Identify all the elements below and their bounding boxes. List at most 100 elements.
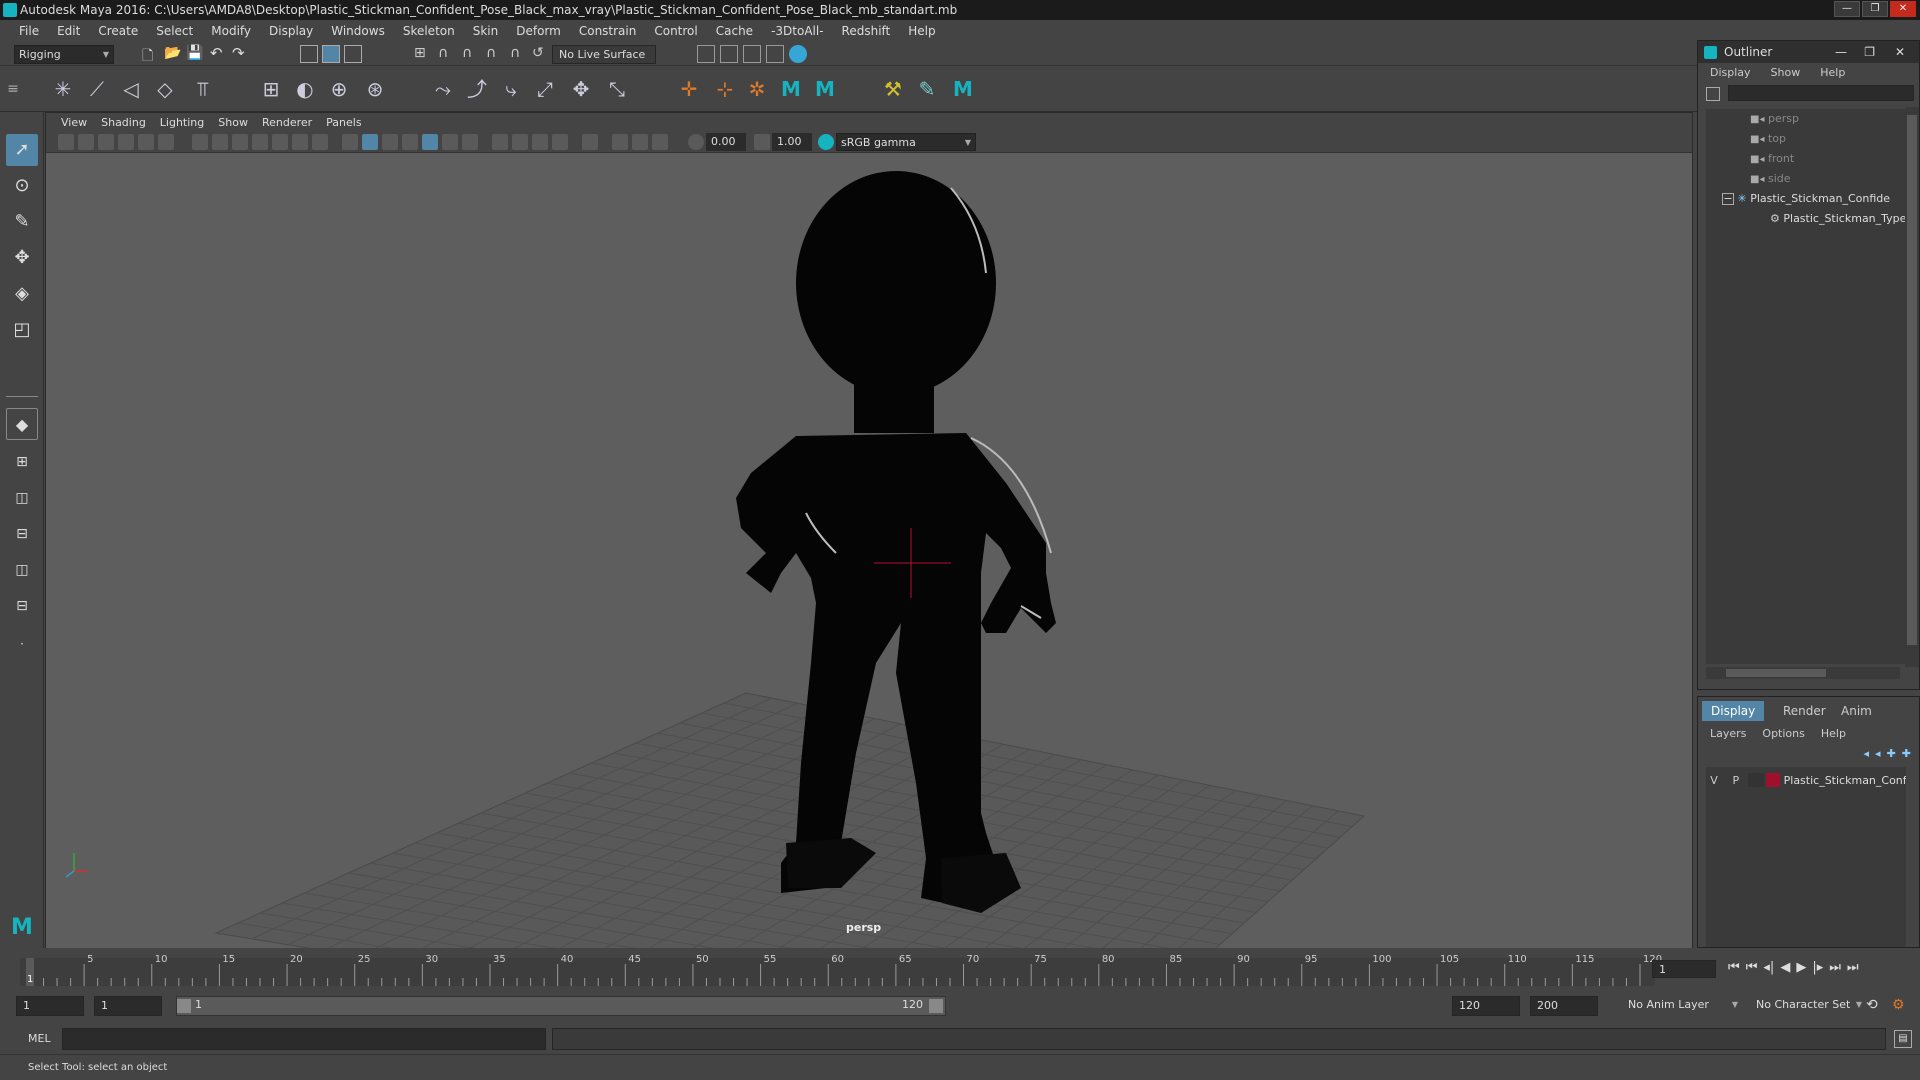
color-management-icon[interactable] — [818, 134, 834, 150]
exposure-field[interactable]: 0.00 — [706, 133, 746, 151]
outliner-vscrollbar[interactable] — [1905, 107, 1919, 667]
bind-skin-icon[interactable]: ⤳ — [430, 76, 456, 102]
auto-key-icon[interactable]: ⟲ — [1866, 997, 1878, 1013]
aim-constraint-icon[interactable]: ⊹ — [712, 76, 738, 102]
maximize-button[interactable]: ❐ — [1862, 1, 1888, 17]
isolate-select-icon[interactable] — [582, 134, 598, 150]
go-to-start-icon[interactable]: ⏮ — [1728, 960, 1740, 975]
copy-weights-icon[interactable]: ⤡ — [604, 76, 630, 102]
viewport-canvas[interactable]: persp — [46, 153, 1692, 948]
camera-attributes-icon[interactable] — [78, 134, 94, 150]
layer-row[interactable]: V P Plastic_Stickman_Conf — [1706, 771, 1906, 789]
undo-icon[interactable]: ↶ — [210, 44, 228, 62]
outliner-item-side[interactable]: ■◂ side — [1750, 169, 1920, 189]
3dtoall-icon-3[interactable]: M — [950, 76, 976, 102]
outliner-item-stickman-mesh[interactable]: ⚙ Plastic_Stickman_Type — [1770, 209, 1920, 229]
step-back-key-icon[interactable]: ⏮ — [1746, 960, 1758, 975]
menu-control[interactable]: Control — [645, 24, 706, 38]
outliner-close-icon[interactable]: ✕ — [1895, 41, 1905, 63]
lasso-tool-icon[interactable]: ⊙ — [6, 170, 38, 202]
grease-pencil-icon[interactable] — [158, 134, 174, 150]
scene-view[interactable] — [46, 153, 1692, 948]
start-time-field[interactable]: 1 — [16, 996, 84, 1016]
orient-constraint-icon[interactable]: ✲ — [744, 76, 770, 102]
time-slider[interactable]: 5 10 15 20 25 30 35 40 45 50 55 60 65 70 75 80 85 90 95 100… — [0, 948, 1920, 988]
vp-menu-renderer[interactable]: Renderer — [255, 116, 319, 129]
play-back-icon[interactable]: ◀ — [1780, 960, 1790, 975]
ssao-icon[interactable] — [492, 134, 508, 150]
gamma-field[interactable]: 1.00 — [772, 133, 812, 151]
motion-blur-icon[interactable] — [512, 134, 528, 150]
menu-file[interactable]: File — [10, 24, 48, 38]
menu-create[interactable]: Create — [89, 24, 147, 38]
menu-redshift[interactable]: Redshift — [833, 24, 900, 38]
gamma-icon[interactable] — [754, 134, 770, 150]
joint-tool-icon[interactable]: ✳ — [50, 76, 76, 102]
vp-menu-view[interactable]: View — [54, 116, 94, 129]
vp-menu-lighting[interactable]: Lighting — [153, 116, 211, 129]
ipr-render-icon[interactable] — [743, 45, 761, 63]
snap-curve-icon[interactable]: ∩ — [438, 45, 456, 63]
layers-menu-layers[interactable]: Layers — [1710, 727, 1746, 740]
new-scene-icon[interactable]: 🗋 — [142, 45, 160, 64]
vp-menu-show[interactable]: Show — [211, 116, 255, 129]
gate-mask-icon[interactable] — [252, 134, 268, 150]
ik-handle-icon[interactable]: ⟋ — [84, 76, 110, 102]
script-tool-icon-2[interactable]: ✎ — [914, 76, 940, 102]
four-view-icon[interactable]: ⊞ — [6, 446, 38, 478]
anim-start-field[interactable]: 1 — [94, 996, 162, 1016]
layer-color-swatch[interactable] — [1765, 773, 1780, 787]
xray-icon[interactable] — [422, 134, 438, 150]
lattice-icon[interactable]: ⊞ — [258, 76, 284, 102]
menu-skin[interactable]: Skin — [464, 24, 508, 38]
outliner-item-front[interactable]: ■◂ front — [1750, 149, 1920, 169]
ik-spline-icon[interactable]: ◁ — [118, 76, 144, 102]
film-gate-icon[interactable] — [212, 134, 228, 150]
command-input[interactable] — [62, 1028, 546, 1050]
camera-select-icon[interactable] — [58, 134, 74, 150]
use-lights-icon[interactable] — [442, 134, 458, 150]
outliner-item-stickman-group[interactable]: − ✳ Plastic_Stickman_Confide — [1722, 189, 1920, 209]
snap-view-plane-icon[interactable]: ∩ — [486, 45, 504, 63]
select-object-icon[interactable] — [322, 45, 340, 63]
open-scene-icon[interactable]: 📂 — [164, 45, 182, 63]
menu-constrain[interactable]: Constrain — [570, 24, 646, 38]
wireframe-icon[interactable] — [342, 134, 358, 150]
menuset-dropdown[interactable]: Rigging — [14, 45, 114, 64]
live-surface-field[interactable]: No Live Surface — [552, 45, 656, 64]
3dtoall-icon-2[interactable]: M — [812, 76, 838, 102]
toolbox-more-icon[interactable]: · — [6, 628, 38, 660]
3dtoall-icon-1[interactable]: M — [778, 76, 804, 102]
sculpt-deformer-icon[interactable]: ⊛ — [362, 76, 388, 102]
exposure-icon[interactable] — [688, 134, 704, 150]
colorspace-dropdown[interactable]: sRGB gamma — [836, 133, 976, 152]
backface-icon[interactable] — [652, 134, 668, 150]
snap-grid-icon[interactable]: ⊞ — [414, 45, 432, 63]
layers-menu-options[interactable]: Options — [1762, 727, 1804, 740]
field-chart-icon[interactable] — [272, 134, 288, 150]
select-component-icon[interactable] — [344, 45, 362, 63]
outliner-item-top[interactable]: ■◂ top — [1750, 129, 1920, 149]
xray-joints-icon[interactable] — [612, 134, 628, 150]
vp-menu-shading[interactable]: Shading — [94, 116, 153, 129]
menu-windows[interactable]: Windows — [322, 24, 394, 38]
paint-select-icon[interactable]: ✎ — [6, 206, 38, 238]
move-layer-down-icon[interactable]: ◂ — [1875, 747, 1881, 760]
persp-graph-icon[interactable]: ◫ — [6, 554, 38, 586]
close-button[interactable]: ✕ — [1890, 1, 1916, 17]
single-view-icon[interactable]: ◆ — [6, 408, 38, 440]
bookmark-icon[interactable] — [98, 134, 114, 150]
2d-pan-zoom-icon[interactable] — [138, 134, 154, 150]
timeline-ruler[interactable]: 5 10 15 20 25 30 35 40 45 50 55 60 65 70 75 80 85 90 95 100… — [20, 948, 1680, 988]
menu-cache[interactable]: Cache — [707, 24, 762, 38]
cluster-icon[interactable]: ◐ — [292, 76, 318, 102]
range-end-handle[interactable] — [929, 999, 943, 1013]
interactive-bind-icon[interactable]: ⤷ — [498, 76, 524, 102]
outliner-minimize-icon[interactable]: — — [1835, 41, 1847, 63]
image-plane-icon[interactable] — [118, 134, 134, 150]
hypershade-icon[interactable] — [789, 45, 807, 63]
menu-3dtoall[interactable]: -3DtoAll- — [762, 24, 832, 38]
render-frame-icon[interactable] — [720, 45, 738, 63]
select-tool-icon[interactable]: ➚ — [6, 134, 38, 166]
range-start-handle[interactable] — [177, 999, 191, 1013]
